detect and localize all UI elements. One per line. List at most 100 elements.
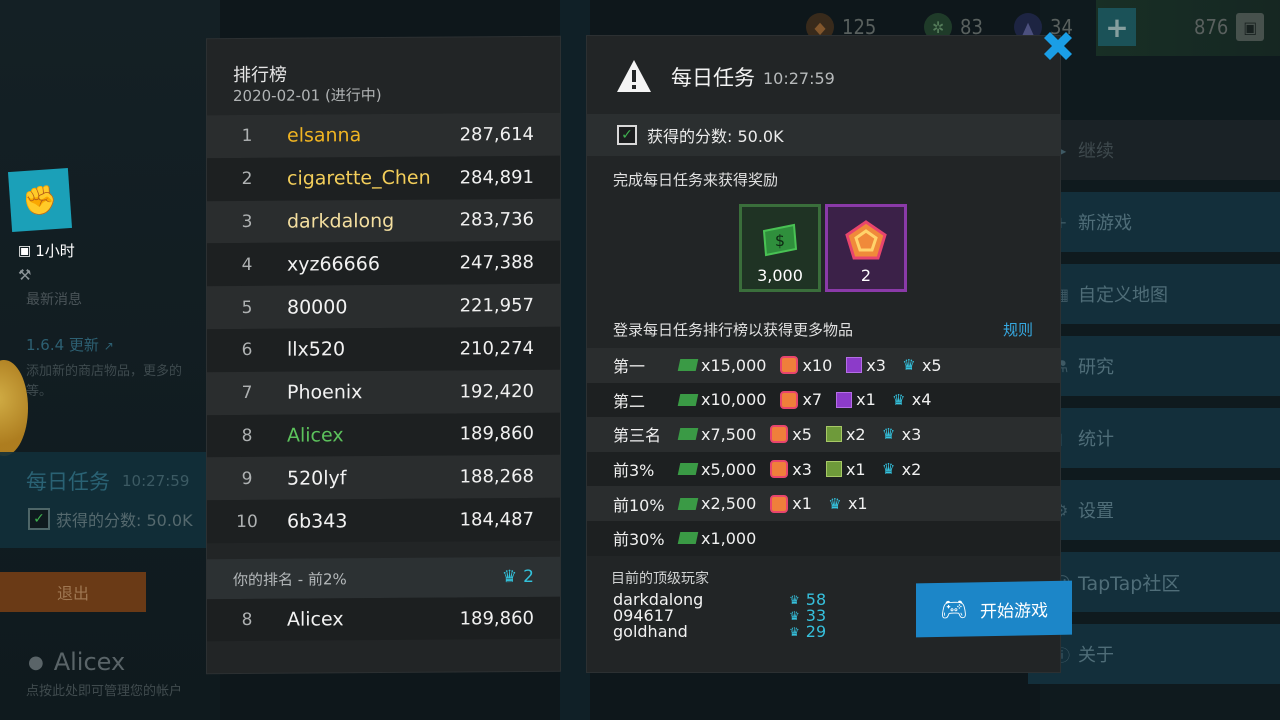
tier-reward-amount: x10,000 — [701, 390, 767, 410]
row-rank: 3 — [241, 211, 253, 232]
tier-items: x5,000 x3 x1 ♛ x2 — [677, 459, 922, 479]
row-player-name: Phoenix — [287, 381, 363, 404]
menu-custom-map[interactable]: ▦ 自定义地图 — [1028, 264, 1280, 324]
leaderboard-row[interactable]: 7 Phoenix 192,420 — [207, 369, 560, 415]
tier-reward-item: x3 — [846, 356, 886, 375]
row-rank: 4 — [241, 254, 253, 275]
tier-reward-amount: x1 — [792, 494, 812, 514]
menu-research[interactable]: ⚗ 研究 — [1028, 336, 1280, 396]
badge-token-icon — [780, 356, 799, 375]
leaderboard-row[interactable]: 8 Alicex 189,860 — [207, 412, 560, 458]
add-resource-button[interactable]: + — [1098, 8, 1136, 46]
row-player-name: darkdalong — [287, 209, 395, 233]
top-players-label: 目前的顶级玩家 — [611, 571, 709, 587]
reward-badge-card[interactable]: 2 — [825, 204, 907, 292]
reward-tier-row: 前30% x1,000 — [587, 520, 1060, 556]
leaderboard-row[interactable]: 9 520lyf 188,268 — [207, 455, 560, 501]
my-rank-bar: 你的排名 - 前2% ♛ 2 — [207, 556, 560, 600]
leaderboard-row[interactable]: 4 xyz66666 247,388 — [207, 241, 560, 287]
crown-icon: ♛ — [789, 593, 800, 607]
my-rank-crowns: ♛ 2 — [502, 567, 534, 587]
row-score: 247,388 — [459, 252, 534, 274]
tier-reward-amount: x5 — [921, 355, 942, 375]
crown-icon: ♛ — [902, 356, 916, 375]
leaderboard-list[interactable]: 1 elsanna 287,614 2 cigarette_Chen 284,891 3 da… — [207, 112, 560, 555]
leaderboard-row[interactable]: 10 6b343 184,487 — [207, 497, 560, 544]
exit-label: 退出 — [56, 584, 89, 603]
tier-reward-amount: x2 — [901, 459, 922, 479]
leaderboard-row[interactable]: 5 80000 221,957 — [207, 283, 560, 330]
leaderboard-row[interactable]: 2 cigarette_Chen 284,891 — [207, 155, 560, 201]
leaderboard-row[interactable]: 6 llx520 210,274 — [207, 326, 560, 373]
reward-tier-row: 第一 x15,000 x10 x3 ♛ x5 — [587, 348, 1060, 383]
tier-label: 前30% — [613, 530, 665, 550]
crown-icon: ♛ — [881, 460, 896, 479]
crown-icon: ♛ — [789, 625, 800, 639]
leaderboard-date: 2020-02-01 (进行中) — [233, 86, 382, 106]
tier-reward-item: x1,000 — [677, 528, 757, 548]
menu-settings[interactable]: ⚙ 设置 — [1028, 480, 1280, 540]
leaderboard-row[interactable]: 1 elsanna 287,614 — [207, 112, 560, 159]
tier-label: 第一 — [613, 357, 646, 377]
crown-icon: ♛ — [881, 425, 896, 444]
tier-label: 前10% — [613, 495, 665, 515]
tier-reward-amount: x1,000 — [701, 528, 757, 548]
version-desc: 添加新的商店物品，更多的 等。 — [26, 364, 183, 399]
badge-token-icon — [842, 217, 890, 265]
row-player-name: 520lyf — [287, 467, 347, 490]
daily-time: 10:27:59 — [763, 69, 835, 88]
checkbox-icon: ✓ — [28, 508, 50, 530]
badge-token-icon — [780, 390, 799, 409]
tools-icon[interactable]: ⚒ — [18, 266, 31, 284]
start-game-button[interactable]: 🎮︎ 开始游戏 — [916, 580, 1072, 638]
sidebar-daily-title: 每日任务 — [26, 470, 110, 494]
tier-reward-item: x2 — [825, 425, 866, 444]
tier-reward-amount: x4 — [911, 390, 932, 410]
rules-link[interactable]: 规则 — [1003, 319, 1033, 340]
menu-label: 研究 — [1078, 357, 1114, 378]
reward-cash-card[interactable]: $ 3,000 — [739, 204, 821, 292]
reward-tier-list: 第一 x15,000 x10 x3 ♛ x5 第二 x10,000 x7 x1 ♛ x4 第三名 x7,5… — [587, 348, 1060, 556]
tier-reward-amount: x1 — [845, 459, 866, 479]
user-icon: ● — [28, 651, 44, 673]
badge-token-icon — [770, 494, 789, 513]
close-button[interactable] — [1036, 24, 1080, 68]
my-row-rank: 8 — [241, 609, 253, 630]
cash-icon — [677, 393, 699, 406]
timer-text: 1小时 — [35, 242, 75, 260]
tier-items: x1,000 — [677, 528, 757, 548]
tier-items: x2,500 x1 ♛ x1 — [677, 494, 868, 514]
my-rank-crowns-value: 2 — [523, 566, 534, 588]
warning-icon — [617, 60, 651, 92]
daily-leaderboard-label: 登录每日任务排行榜以获得更多物品 — [613, 321, 854, 339]
tier-reward-amount: x3 — [792, 459, 812, 479]
user-row[interactable]: ● Alicex — [28, 648, 125, 676]
purple-cube-icon — [846, 357, 863, 374]
menu-label: TapTap社区 — [1078, 572, 1181, 595]
tier-reward-amount: x7 — [802, 390, 823, 410]
tier-reward-item: x5,000 — [677, 460, 756, 479]
exit-button[interactable]: 退出 — [0, 572, 146, 612]
green-cube-icon — [825, 461, 842, 478]
tier-reward-item: x7,500 — [677, 425, 756, 444]
tier-reward-amount: x5 — [792, 424, 812, 444]
menu-continue[interactable]: ▶ 继续 — [1028, 120, 1280, 180]
sidebar-score-row: ✓ 获得的分数: 50.0K — [28, 507, 193, 531]
tier-reward-item: ♛ x4 — [890, 390, 932, 410]
tier-reward-item: x15,000 — [677, 356, 766, 375]
menu-new-game[interactable]: + 新游戏 — [1028, 192, 1280, 252]
tier-label: 前3% — [613, 461, 655, 481]
row-rank: 9 — [241, 468, 253, 489]
daily-task-panel: 每日任务 10:27:59 ✓ 获得的分数: 50.0K 完成每日任务来获得奖励… — [587, 36, 1060, 672]
row-score: 188,268 — [459, 466, 534, 488]
leaderboard-row[interactable]: 3 darkdalong 283,736 — [207, 198, 560, 244]
timer-row: ▣ 1小时 — [18, 240, 75, 261]
row-rank: 8 — [241, 425, 253, 446]
fist-icon[interactable]: ✊ — [7, 167, 73, 233]
tier-reward-item: ♛ x5 — [900, 355, 942, 375]
row-player-name: 6b343 — [287, 509, 348, 533]
menu-label: 自定义地图 — [1078, 285, 1168, 306]
version-link[interactable]: 1.6.4 更新 ↗ — [26, 334, 114, 355]
tier-reward-amount: x2,500 — [701, 494, 757, 514]
menu-stats[interactable]: ▮ 统计 — [1028, 408, 1280, 468]
